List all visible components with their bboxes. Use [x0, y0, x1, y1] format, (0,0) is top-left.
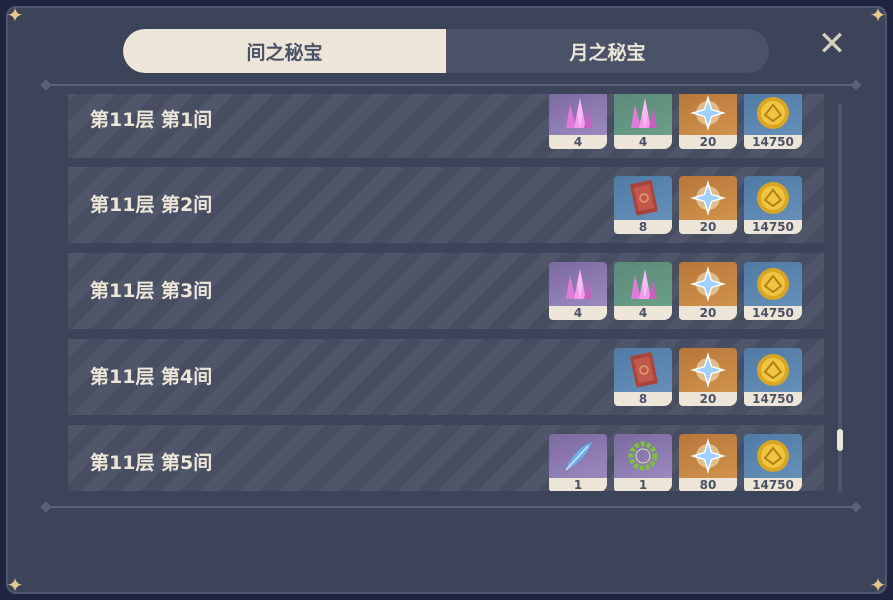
divider-diamond-icon — [40, 501, 52, 513]
item-count: 20 — [679, 306, 737, 320]
item-count: 20 — [679, 392, 737, 406]
primogem-icon — [679, 434, 737, 478]
chamber-row: 第11层 第1间 4 4 20 14750 — [68, 94, 824, 158]
item-count: 4 — [549, 135, 607, 149]
mora-icon — [744, 176, 802, 220]
chamber-label: 第11层 第5间 — [90, 452, 213, 474]
chamber-row: 第11层 第3间 4 4 20 14750 — [68, 253, 824, 329]
reward-item[interactable]: 14750 — [744, 434, 802, 491]
corner-star-icon: ✦ — [6, 3, 24, 27]
reward-items: 1 1 80 14750 — [549, 434, 802, 491]
item-count: 1 — [614, 478, 672, 491]
reward-item[interactable]: 8 — [614, 176, 672, 234]
reward-item[interactable]: 4 — [549, 94, 607, 149]
mora-icon — [744, 348, 802, 392]
scrollbar-thumb[interactable] — [837, 429, 843, 451]
divider-diamond-icon — [850, 79, 862, 91]
chamber-label: 第11层 第2间 — [90, 194, 213, 216]
primogem-icon — [679, 262, 737, 306]
item-count: 1 — [549, 478, 607, 491]
item-count: 80 — [679, 478, 737, 491]
item-count: 14750 — [744, 306, 802, 320]
item-count: 20 — [679, 220, 737, 234]
reward-item[interactable]: 20 — [679, 176, 737, 234]
tab-bar: 间之秘宝 月之秘宝 — [123, 29, 769, 73]
chamber-label: 第11层 第1间 — [90, 109, 213, 131]
chamber-label: 第11层 第4间 — [90, 366, 213, 388]
crystal-chunk-icon — [549, 262, 607, 306]
tab-chamber-treasure[interactable]: 间之秘宝 — [123, 29, 446, 73]
mora-icon — [744, 434, 802, 478]
ore-block-icon — [614, 348, 672, 392]
mora-icon — [744, 262, 802, 306]
reward-items: 4 4 20 14750 — [549, 262, 802, 320]
chamber-row: 第11层 第2间 8 20 14750 — [68, 167, 824, 243]
chamber-label: 第11层 第3间 — [90, 280, 213, 302]
primogem-icon — [679, 348, 737, 392]
close-icon[interactable]: ✕ — [814, 26, 850, 62]
divider — [46, 506, 856, 508]
reward-items: 8 20 14750 — [614, 176, 802, 234]
corner-star-icon: ✦ — [869, 573, 887, 597]
abyss-rewards-panel: ✦ ✦ ✦ ✦ 间之秘宝 月之秘宝 ✕ 第11层 第1间 4 4 20 14750 第11… — [6, 3, 887, 597]
item-count: 14750 — [744, 220, 802, 234]
reward-item[interactable]: 4 — [614, 262, 672, 320]
reward-item[interactable]: 1 — [614, 434, 672, 491]
reward-list[interactable]: 第11层 第1间 4 4 20 14750 第11层 第2间 8 20 14750 第11层 第3… — [68, 94, 828, 491]
reward-item[interactable]: 20 — [679, 262, 737, 320]
reward-item[interactable]: 80 — [679, 434, 737, 491]
crystal-chunk-icon — [549, 94, 607, 135]
corner-star-icon: ✦ — [6, 573, 24, 597]
chamber-row: 第11层 第5间 1 1 80 14750 — [68, 425, 824, 491]
crystal-chunk-icon — [614, 94, 672, 135]
item-count: 14750 — [744, 478, 802, 491]
item-count: 14750 — [744, 392, 802, 406]
divider-diamond-icon — [850, 501, 862, 513]
reward-item[interactable]: 14750 — [744, 348, 802, 406]
item-count: 8 — [614, 220, 672, 234]
item-count: 20 — [679, 135, 737, 149]
item-count: 4 — [549, 306, 607, 320]
reward-item[interactable]: 4 — [549, 262, 607, 320]
reward-item[interactable]: 1 — [549, 434, 607, 491]
divider — [46, 84, 856, 86]
feather-icon — [549, 434, 607, 478]
item-count: 8 — [614, 392, 672, 406]
reward-items: 8 20 14750 — [614, 348, 802, 406]
reward-items: 4 4 20 14750 — [549, 94, 802, 149]
primogem-icon — [679, 176, 737, 220]
reward-item[interactable]: 14750 — [744, 94, 802, 149]
item-count: 4 — [614, 135, 672, 149]
crystal-chunk-icon — [614, 262, 672, 306]
item-count: 4 — [614, 306, 672, 320]
divider-diamond-icon — [40, 79, 52, 91]
tab-moon-treasure[interactable]: 月之秘宝 — [446, 29, 769, 73]
reward-item[interactable]: 4 — [614, 94, 672, 149]
chamber-row: 第11层 第4间 8 20 14750 — [68, 339, 824, 415]
primogem-icon — [679, 94, 737, 135]
corner-star-icon: ✦ — [869, 3, 887, 27]
reward-item[interactable]: 14750 — [744, 262, 802, 320]
reward-item[interactable]: 20 — [679, 94, 737, 149]
reward-item[interactable]: 20 — [679, 348, 737, 406]
mora-icon — [744, 94, 802, 135]
ore-block-icon — [614, 176, 672, 220]
reward-item[interactable]: 8 — [614, 348, 672, 406]
scrollbar[interactable] — [837, 104, 843, 492]
item-count: 14750 — [744, 135, 802, 149]
reward-item[interactable]: 14750 — [744, 176, 802, 234]
wreath-icon — [614, 434, 672, 478]
